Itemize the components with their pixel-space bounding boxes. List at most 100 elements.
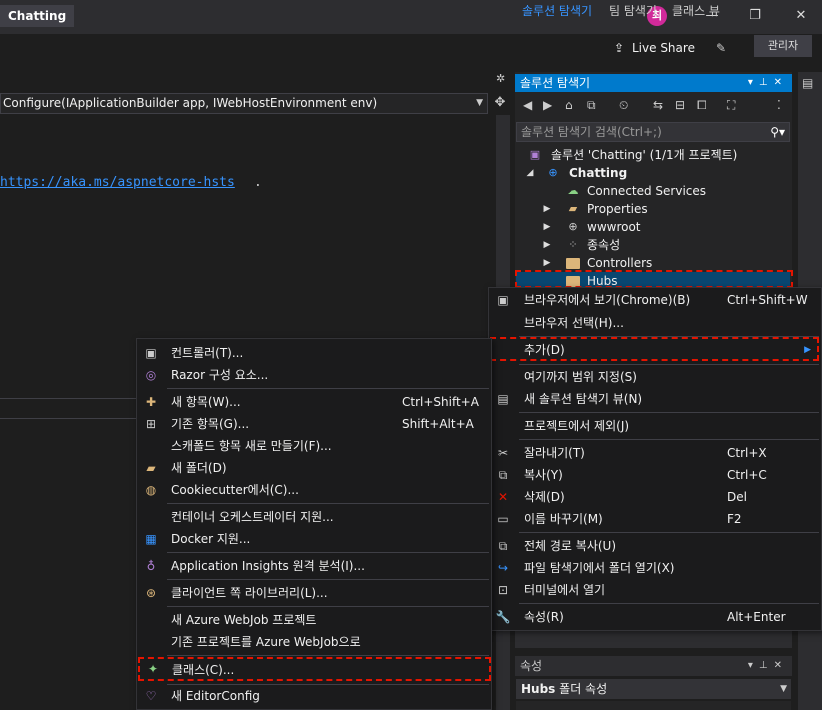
live-share-button[interactable]: ⇪ Live Share <box>614 38 695 58</box>
submenu-item-client-library[interactable]: ⊛ 클라이언트 쪽 라이브러리(L)... <box>137 582 491 604</box>
tab-class-view[interactable]: 클래스 뷰 <box>672 3 720 19</box>
menu-item-label: 전체 경로 복사(U) <box>524 539 617 553</box>
tree-item-project[interactable]: ◢ ⊕ Chatting <box>516 164 790 182</box>
properties-toolbar <box>516 701 791 710</box>
solution-explorer-title: 솔루션 탐색기 <box>520 76 591 90</box>
tab-solution-explorer[interactable]: 솔루션 탐색기 <box>522 3 592 19</box>
solution-search-input[interactable]: 솔루션 탐색기 검색(Ctrl+;) ⚲▾ <box>516 122 790 142</box>
cut-icon: ✂ <box>497 446 509 460</box>
menu-item-label: 복사(Y) <box>524 468 563 482</box>
admin-badge: 관리자 <box>754 35 812 57</box>
menu-item-label: 새 EditorConfig <box>171 689 260 703</box>
menu-item-browse-with[interactable]: 브라우저 선택(H)... <box>489 312 821 334</box>
menu-item-label: 이름 바꾸기(M) <box>524 512 603 526</box>
rename-icon: ▭ <box>497 512 509 526</box>
submenu-item-app-insights[interactable]: ♁ Application Insights 원격 분석(I)... <box>137 555 491 577</box>
submenu-item-cookiecutter[interactable]: ◍ Cookiecutter에서(C)... <box>137 479 491 501</box>
menu-item-label: 프로젝트에서 제외(J) <box>524 419 630 433</box>
razor-icon: ◎ <box>145 368 157 382</box>
panel-controls-icon[interactable]: ▾⊥✕ <box>748 74 788 92</box>
menu-item-delete[interactable]: ✕ 삭제(D) Del <box>489 486 821 508</box>
menu-item-rename[interactable]: ▭ 이름 바꾸기(M) F2 <box>489 508 821 530</box>
menu-item-open-in-terminal[interactable]: ⊡ 터미널에서 열기 <box>489 579 821 601</box>
existing-item-icon: ⊞ <box>145 417 157 431</box>
switch-views-icon[interactable]: ⧉ <box>587 98 596 113</box>
menu-item-copy[interactable]: ⧉ 복사(Y) Ctrl+C <box>489 464 821 486</box>
divider <box>0 398 140 399</box>
split-editor-icon[interactable]: ✥ <box>492 95 508 111</box>
menu-item-label: 브라우저에서 보기(Chrome)(B) <box>524 293 691 307</box>
collapse-all-icon[interactable]: ⊟ <box>675 98 685 112</box>
submenu-arrow-icon: ▶ <box>804 345 811 355</box>
submenu-item-docker-support[interactable]: ▦ Docker 지원... <box>137 528 491 550</box>
connected-services-icon: ☁ <box>567 184 579 197</box>
feedback-icon[interactable]: ✎ <box>716 38 734 58</box>
submenu-item-new-folder[interactable]: ▰ 새 폴더(D) <box>137 457 491 479</box>
tree-item-connected-services[interactable]: ☁ Connected Services <box>516 182 790 200</box>
preview-icon[interactable]: ⛶ <box>727 98 735 113</box>
submenu-item-scaffold[interactable]: 스캐폴드 항목 새로 만들기(F)... <box>137 435 491 457</box>
copy-path-icon: ⧉ <box>498 539 508 553</box>
menu-separator <box>167 606 489 607</box>
properties-pane-icon[interactable]: ▤ <box>802 76 813 90</box>
submenu-item-new-azure-webjob[interactable]: 새 Azure WebJob 프로젝트 <box>137 609 491 631</box>
submenu-item-new-item[interactable]: ✚ 새 항목(W)... Ctrl+Shift+A <box>137 391 491 413</box>
home-icon[interactable]: ⌂ <box>565 98 573 112</box>
menu-item-label: 삭제(D) <box>524 490 565 504</box>
sync-icon[interactable]: ⇆ <box>653 98 663 112</box>
collapsed-arrow-icon[interactable]: ▶ <box>541 236 553 254</box>
panel-controls-icon[interactable]: ▾⊥✕ <box>748 656 788 676</box>
collapsed-arrow-icon[interactable]: ▶ <box>541 218 553 236</box>
submenu-item-existing-item[interactable]: ⊞ 기존 항목(G)... Shift+Alt+A <box>137 413 491 435</box>
live-share-label: Live Share <box>632 41 695 55</box>
object-type: 폴더 속성 <box>559 682 608 696</box>
menu-item-add[interactable]: 추가(D) ▶ <box>490 337 819 361</box>
tab-team-explorer[interactable]: 팀 탐색기 <box>609 3 657 19</box>
search-icon: ⚲▾ <box>770 125 785 139</box>
class-icon: ✦ <box>147 662 159 676</box>
gear-icon[interactable]: ✲ <box>496 72 510 88</box>
close-icon[interactable]: ✕ <box>791 6 811 26</box>
show-all-files-icon[interactable]: ⧠ <box>697 98 707 113</box>
properties-object-selector[interactable]: Hubs 폴더 속성 ▼ <box>516 679 791 699</box>
menu-item-view-in-browser[interactable]: ▣ 브라우저에서 보기(Chrome)(B) Ctrl+Shift+W <box>489 289 821 311</box>
tree-item-wwwroot[interactable]: ▶ ⊕ wwwroot <box>516 218 790 236</box>
forward-icon[interactable]: ▶ <box>543 98 552 112</box>
submenu-item-existing-azure-webjob[interactable]: 기존 프로젝트를 Azure WebJob으로 <box>137 631 491 653</box>
submenu-item-razor-component[interactable]: ◎ Razor 구성 요소... <box>137 364 491 386</box>
submenu-item-editorconfig[interactable]: ♡ 새 EditorConfig <box>137 685 491 707</box>
divider <box>0 418 140 419</box>
editorconfig-icon: ♡ <box>145 689 157 703</box>
menu-item-cut[interactable]: ✂ 잘라내기(T) Ctrl+X <box>489 442 821 464</box>
context-menu: ▣ 브라우저에서 보기(Chrome)(B) Ctrl+Shift+W 브라우저… <box>488 287 822 631</box>
menu-item-label: 컨트롤러(T)... <box>171 346 244 360</box>
menu-item-new-explorer-view[interactable]: ▤ 새 솔루션 탐색기 뷰(N) <box>489 388 821 410</box>
member-navigation-dropdown[interactable]: Configure(IApplicationBuilder app, IWebH… <box>0 93 488 114</box>
terminal-icon: ⊡ <box>497 583 509 597</box>
delete-icon: ✕ <box>497 490 509 504</box>
code-link[interactable]: https://aka.ms/aspnetcore-hsts <box>0 175 235 190</box>
menu-item-label: 터미널에서 열기 <box>524 583 606 597</box>
menu-item-properties[interactable]: 🔧 속성(R) Alt+Enter <box>489 606 821 628</box>
submenu-item-class[interactable]: ✦ 클래스(C)... <box>138 657 491 681</box>
copy-icon: ⧉ <box>498 468 508 482</box>
tree-item-solution[interactable]: ▣ 솔루션 'Chatting' (1/1개 프로젝트) <box>516 146 790 164</box>
menu-item-label: Application Insights 원격 분석(I)... <box>171 559 365 573</box>
tree-item-dependencies[interactable]: ▶ ⁘ 종속성 <box>516 236 790 254</box>
pending-changes-icon[interactable]: ⏲ <box>619 98 628 113</box>
menu-item-copy-full-path[interactable]: ⧉ 전체 경로 복사(U) <box>489 535 821 557</box>
submenu-item-container-orchestrator[interactable]: 컨테이너 오케스트레이터 지원... <box>137 506 491 528</box>
more-icon[interactable]: ⁚ <box>777 98 781 112</box>
browser-view-icon: ▣ <box>497 293 509 307</box>
menu-item-open-in-file-explorer[interactable]: ↪ 파일 탐색기에서 폴더 열기(X) <box>489 557 821 579</box>
menu-item-exclude-from-project[interactable]: 프로젝트에서 제외(J) <box>489 415 821 437</box>
restore-icon[interactable]: ❐ <box>745 6 765 26</box>
expanded-arrow-icon[interactable]: ◢ <box>524 164 536 182</box>
new-view-icon: ▤ <box>497 392 509 406</box>
collapsed-arrow-icon[interactable]: ▶ <box>541 200 553 218</box>
back-icon[interactable]: ◀ <box>523 98 532 112</box>
menu-item-scope-to-this[interactable]: 여기까지 범위 지정(S) <box>489 366 821 388</box>
submenu-item-controller[interactable]: ▣ 컨트롤러(T)... <box>137 342 491 364</box>
tree-item-properties[interactable]: ▶ ▰ Properties <box>516 200 790 218</box>
wrench-icon: 🔧 <box>495 610 511 624</box>
